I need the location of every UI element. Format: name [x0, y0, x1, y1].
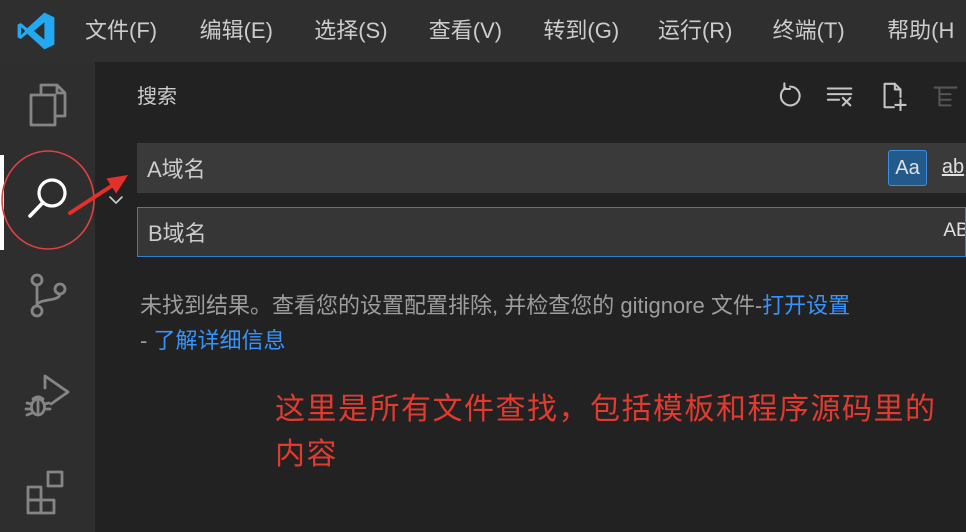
no-results-text: 未找到结果。查看您的设置配置排除, 并检查您的 gitignore 文件-	[140, 293, 763, 318]
message-dash: -	[140, 328, 154, 353]
chevron-down-icon	[109, 196, 123, 204]
learn-more-link[interactable]: 了解详细信息	[153, 328, 285, 353]
activity-explorer[interactable]	[0, 65, 95, 145]
activity-source-control[interactable]	[0, 255, 95, 335]
run-debug-icon	[24, 374, 69, 417]
activity-search[interactable]	[0, 157, 95, 237]
no-results-message: 未找到结果。查看您的设置配置排除, 并检查您的 gitignore 文件-打开设…	[140, 291, 966, 321]
menu-view[interactable]: 查看(V)	[429, 0, 544, 62]
search-input[interactable]	[137, 143, 877, 193]
sidebar-title: 搜索	[137, 86, 177, 108]
search-sidebar: 搜索 Aa ab	[95, 62, 966, 532]
replace-input[interactable]	[138, 208, 878, 256]
annotation-text-line2: 内容	[275, 438, 338, 471]
refresh-icon	[779, 82, 801, 107]
source-control-icon	[30, 273, 66, 318]
explorer-files-icon	[29, 83, 66, 127]
collapse-all-icon	[933, 86, 958, 107]
menu-file[interactable]: 文件(F)	[85, 0, 200, 62]
search-icon	[27, 178, 67, 218]
clear-results-button[interactable]	[824, 80, 856, 112]
extensions-icon	[26, 470, 63, 515]
no-results-message-line2: - 了解详细信息	[140, 326, 966, 356]
vscode-logo-icon[interactable]	[16, 11, 56, 51]
menu-edit[interactable]: 编辑(E)	[200, 0, 315, 62]
match-case-toggle[interactable]: Aa	[888, 150, 927, 186]
menu-run[interactable]: 运行(R)	[658, 0, 773, 62]
replace-toggle-button[interactable]	[108, 195, 124, 205]
menu-terminal[interactable]: 终端(T)	[773, 0, 888, 62]
clear-results-icon	[826, 87, 853, 107]
refresh-button[interactable]	[774, 80, 806, 112]
whole-word-toggle[interactable]: ab	[935, 150, 966, 186]
activity-bar	[0, 62, 95, 532]
activity-run-debug[interactable]	[0, 355, 95, 435]
activity-extensions[interactable]	[0, 452, 95, 532]
search-field: Aa ab	[137, 143, 966, 193]
annotation-text-line1: 这里是所有文件查找，包括模板和程序源码里的	[275, 393, 937, 426]
title-bar: 文件(F) 编辑(E) 选择(S) 查看(V) 转到(G) 运行(R) 终端(T…	[0, 0, 966, 62]
preserve-case-toggle[interactable]: AB	[938, 214, 965, 250]
new-search-editor-icon	[883, 82, 907, 111]
new-search-editor-button[interactable]	[877, 80, 909, 112]
menu-selection[interactable]: 选择(S)	[314, 0, 429, 62]
replace-field: AB	[137, 207, 966, 257]
menu-help[interactable]: 帮助(H	[887, 0, 966, 62]
collapse-all-button[interactable]	[929, 80, 961, 112]
menu-bar: 文件(F) 编辑(E) 选择(S) 查看(V) 转到(G) 运行(R) 终端(T…	[85, 0, 966, 62]
menu-go[interactable]: 转到(G)	[543, 0, 658, 62]
open-settings-link[interactable]: 打开设置	[762, 293, 850, 318]
